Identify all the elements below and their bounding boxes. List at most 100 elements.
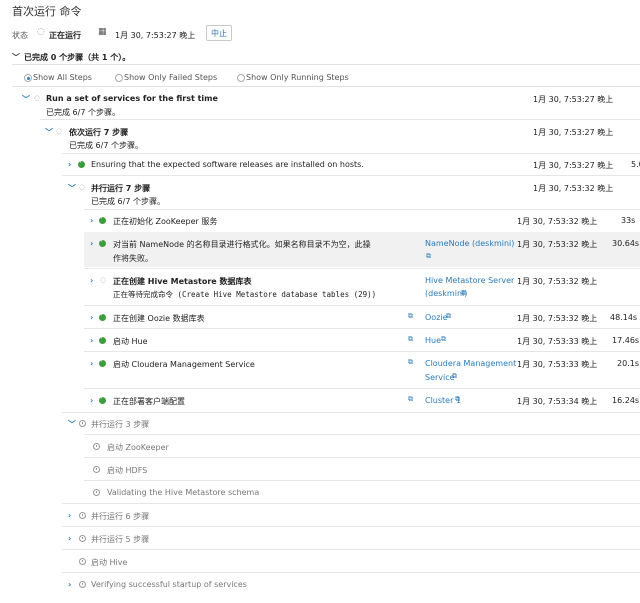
divider [84, 351, 640, 352]
step-cms-duration: 20.1s [617, 359, 639, 368]
step-nnformat-title-line2: 作将失败。 [113, 254, 153, 263]
status-label: 状态 [12, 31, 28, 40]
chevron-right-icon[interactable]: › [68, 511, 71, 520]
chevron-right-icon[interactable]: › [68, 534, 71, 543]
chevron-down-icon[interactable]: ﹀ [12, 52, 20, 63]
step-root-sub: 已完成 6/7 个步骤。 [46, 108, 120, 117]
divider [62, 412, 640, 413]
success-icon [99, 395, 106, 404]
filter-failed-label[interactable]: Show Only Failed Steps [124, 73, 217, 82]
step-seq-sub: 已完成 6/7 个步骤。 [69, 141, 143, 150]
step-oozie-target-link[interactable]: Oozie [425, 313, 448, 322]
step-parallel5-title: 并行运行 5 步骤 [91, 535, 150, 544]
divider [12, 64, 640, 65]
spinner-icon: ◌ [100, 276, 107, 284]
external-link-icon[interactable]: ⧉ [408, 395, 413, 404]
step-nnformat-duration: 30.64s [612, 239, 640, 248]
step-hue-title: 启动 Hue [113, 337, 148, 346]
step-verify-title: Verifying successful startup of services [91, 580, 247, 589]
filter-running-radio[interactable] [237, 74, 245, 82]
external-link-icon[interactable]: ⧉ [461, 289, 466, 298]
chevron-right-icon[interactable]: › [68, 160, 71, 169]
step-clientcfg-title: 正在部署客户端配置 [113, 397, 185, 406]
chevron-down-icon[interactable]: ﹀ [22, 94, 30, 105]
external-link-icon[interactable]: ⧉ [408, 312, 413, 321]
step-cms-time: 1月 30, 7:53:33 晚上 [517, 360, 598, 369]
chevron-right-icon[interactable]: › [90, 359, 93, 368]
spinner-icon: ◌ [79, 183, 86, 191]
filter-running-label[interactable]: Show Only Running Steps [246, 73, 349, 82]
pending-icon [79, 512, 86, 519]
chevron-right-icon[interactable]: › [68, 580, 71, 589]
step-parallel3-child: 启动 ZooKeeper [107, 443, 169, 452]
step-hivedb-title: 正在创建 Hive Metastore 数据库表 [113, 277, 252, 286]
external-link-icon[interactable]: ⧉ [408, 358, 413, 367]
step-nnformat-title-line1: 对当前 NameNode 的名称目录进行格式化。如果名称目录不为空，此操 [113, 240, 371, 249]
step-zkinit-duration: 33s [621, 216, 636, 225]
success-icon [99, 238, 106, 247]
chevron-right-icon[interactable]: › [90, 396, 93, 405]
step-hue-target-link[interactable]: Hue [425, 336, 441, 345]
step-clientcfg-duration: 16.24s [612, 396, 640, 405]
step-cms-target-link-line1[interactable]: Cloudera Management [425, 359, 516, 368]
step-oozie-title: 正在创建 Oozie 数据库表 [113, 314, 205, 323]
filter-failed-radio[interactable] [115, 74, 123, 82]
step-parallel3-child: 启动 HDFS [107, 466, 148, 475]
calendar-icon: ▦ [98, 27, 107, 37]
filter-all-radio[interactable] [24, 74, 32, 82]
divider [40, 119, 640, 120]
filter-all-label[interactable]: Show All Steps [33, 73, 92, 82]
step-seq-time: 1月 30, 7:53:27 晚上 [533, 128, 614, 137]
external-link-icon[interactable]: ⧉ [446, 312, 451, 321]
chevron-down-icon[interactable]: ﹀ [68, 183, 76, 194]
success-icon [99, 215, 106, 224]
chevron-right-icon[interactable]: › [90, 216, 93, 225]
chevron-down-icon[interactable]: ﹀ [45, 127, 53, 138]
external-link-icon[interactable]: ⧉ [455, 395, 460, 404]
page-title: 首次运行 命令 [12, 5, 82, 18]
step-parallel7-title: 并行运行 7 步骤 [91, 184, 151, 193]
external-link-icon[interactable]: ⧉ [426, 252, 431, 261]
progress-summary: 已完成 0 个步骤（共 1 个）。 [24, 53, 131, 62]
spinner-icon: ◌ [34, 94, 41, 102]
spinner-icon: ◌ [37, 27, 45, 37]
step-nnformat-target-link[interactable]: NameNode (deskmini) [425, 239, 514, 248]
pending-icon [93, 489, 100, 496]
pending-icon [79, 535, 86, 542]
success-icon [78, 159, 85, 168]
divider [12, 86, 640, 87]
divider [84, 457, 640, 458]
step-clientcfg-time: 1月 30, 7:53:34 晚上 [517, 397, 598, 406]
divider [84, 328, 640, 329]
divider [84, 268, 640, 269]
chevron-right-icon[interactable]: › [90, 276, 93, 285]
abort-button[interactable]: 中止 [206, 25, 232, 41]
chevron-right-icon[interactable]: › [90, 313, 93, 322]
status-value: 正在运行 [49, 31, 81, 40]
divider [62, 572, 640, 573]
chevron-right-icon[interactable]: › [90, 239, 93, 248]
success-icon [99, 312, 106, 321]
external-link-icon[interactable]: ⧉ [452, 372, 457, 381]
divider [62, 503, 640, 504]
spinner-icon: ◌ [56, 127, 63, 135]
external-link-icon[interactable]: ⧉ [408, 335, 413, 344]
divider [84, 434, 640, 435]
step-starthive-title: 启动 Hive [91, 558, 128, 567]
divider [62, 175, 640, 176]
step-oozie-duration: 48.14s [610, 313, 638, 322]
divider [84, 388, 640, 389]
pending-icon [79, 420, 86, 427]
step-root-title: Run a set of services for the first time [46, 94, 218, 103]
success-icon [99, 358, 106, 367]
success-icon [99, 335, 106, 344]
step-hivedb-target-link-line1[interactable]: Hive Metastore Server [425, 276, 514, 285]
step-cms-target-link-line2[interactable]: Service [425, 373, 455, 382]
chevron-right-icon[interactable]: › [90, 336, 93, 345]
step-parallel3-title: 并行运行 3 步骤 [91, 420, 150, 429]
chevron-down-icon[interactable]: ﹀ [68, 419, 76, 430]
external-link-icon[interactable]: ⧉ [441, 335, 446, 344]
step-hue-duration: 17.46s [612, 336, 640, 345]
step-hivedb-time: 1月 30, 7:53:32 晚上 [517, 277, 598, 286]
pending-icon [79, 581, 86, 588]
